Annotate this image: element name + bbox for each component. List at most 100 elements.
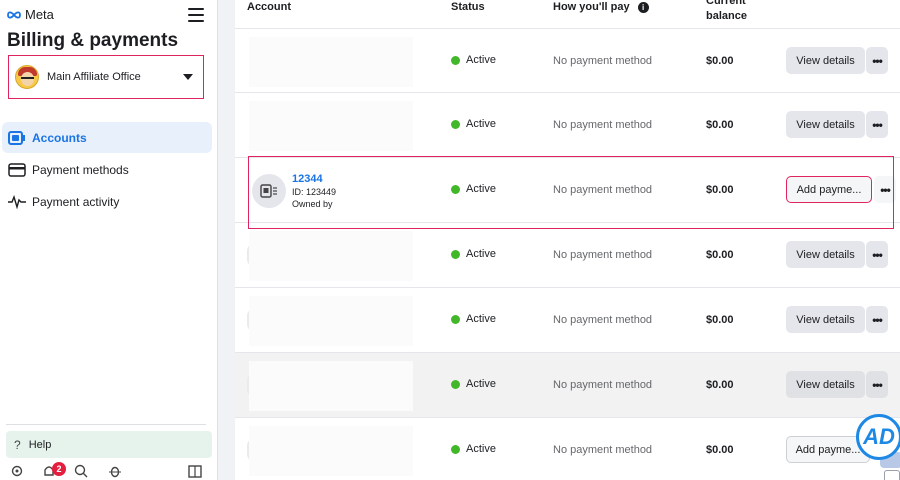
payment-cell: No payment method	[553, 379, 653, 391]
avatar	[15, 65, 39, 89]
column-header-account[interactable]: Account	[247, 1, 291, 13]
balance-cell: $0.00	[706, 119, 734, 131]
status-dot	[451, 119, 460, 129]
table-row: Active No payment method $0.00 Add payme…	[235, 417, 900, 480]
status-cell: Active	[451, 313, 496, 325]
accounts-table: Account Status How you'll pay i Current …	[235, 0, 900, 480]
help-label: Help	[28, 438, 52, 451]
redacted-account	[249, 231, 413, 281]
payment-cell: No payment method	[553, 55, 653, 67]
account-name-link[interactable]: 12344	[292, 173, 323, 185]
account-selector-label: Main Affiliate Office	[47, 71, 141, 83]
ad-tab-icon	[884, 470, 900, 480]
table-row: Active No payment method $0.00 View deta…	[235, 92, 900, 157]
chevron-down-icon	[183, 74, 193, 80]
balance-cell: $0.00	[706, 249, 734, 261]
credit-card-icon	[8, 161, 26, 179]
redacted-account	[249, 296, 413, 346]
redacted-account	[249, 101, 413, 151]
activity-icon	[8, 193, 26, 211]
status-text: Active	[466, 443, 496, 455]
view-details-button[interactable]: View details	[786, 111, 865, 138]
ad-logo-badge[interactable]: AD	[856, 414, 900, 460]
account-selector[interactable]: Main Affiliate Office	[8, 55, 204, 99]
status-text: Active	[466, 183, 496, 195]
payment-cell: No payment method	[553, 314, 653, 326]
status-text: Active	[466, 378, 496, 390]
payment-cell: No payment method	[553, 184, 653, 196]
status-cell: Active	[451, 443, 496, 455]
table-row: Active No payment method $0.00 View deta…	[235, 352, 900, 417]
redacted-account	[249, 37, 413, 87]
column-header-how-youll-pay[interactable]: How you'll pay i	[553, 1, 649, 13]
meta-infinity-icon	[7, 10, 21, 19]
sidebar-item-accounts[interactable]: Accounts	[2, 122, 212, 153]
more-options-button[interactable]: •••	[866, 241, 888, 268]
search-icon[interactable]	[74, 464, 88, 478]
status-text: Active	[466, 313, 496, 325]
view-details-button[interactable]: View details	[786, 306, 865, 333]
column-header-status[interactable]: Status	[451, 1, 485, 13]
ad-account-icon	[252, 174, 286, 208]
question-icon: ?	[14, 437, 21, 452]
divider	[6, 424, 206, 425]
more-options-button[interactable]: •••	[866, 371, 888, 398]
table-row: 12344 ID: 123449 Owned by Active No paym…	[235, 157, 900, 222]
more-options-button[interactable]: •••	[866, 306, 888, 333]
view-details-button[interactable]: View details	[786, 241, 865, 268]
help-button[interactable]: ? Help	[6, 431, 212, 458]
status-cell: Active	[451, 118, 496, 130]
page-title: Billing & payments	[7, 30, 179, 51]
sidebar: Meta Billing & payments Main Affiliate O…	[0, 0, 218, 480]
status-dot	[451, 184, 460, 194]
redacted-account	[249, 361, 413, 411]
panel-icon[interactable]	[188, 464, 202, 478]
balance-cell: $0.00	[706, 314, 734, 326]
sidebar-item-payment-methods[interactable]: Payment methods	[2, 154, 212, 185]
meta-logo[interactable]: Meta	[6, 7, 54, 22]
sidebar-item-label: Payment activity	[32, 194, 120, 209]
meta-logo-text: Meta	[25, 7, 54, 22]
balance-cell: $0.00	[706, 379, 734, 391]
gear-icon[interactable]	[10, 464, 24, 478]
status-dot	[451, 314, 460, 324]
status-cell: Active	[451, 248, 496, 260]
bottom-toolbar	[8, 464, 208, 480]
more-options-button[interactable]: •••	[866, 111, 888, 138]
status-text: Active	[466, 54, 496, 66]
status-dot	[451, 444, 460, 454]
status-dot	[451, 249, 460, 259]
payment-cell: No payment method	[553, 249, 653, 261]
status-text: Active	[466, 118, 496, 130]
menu-icon[interactable]	[188, 8, 204, 22]
more-options-button[interactable]: •••	[874, 176, 896, 203]
column-header-current-balance[interactable]: Current balance	[706, 0, 756, 24]
balance-cell: $0.00	[706, 184, 734, 196]
account-owner: Owned by	[292, 199, 333, 209]
table-header: Account Status How you'll pay i Current …	[235, 0, 900, 28]
view-details-button[interactable]: View details	[786, 47, 865, 74]
status-text: Active	[466, 248, 496, 260]
sidebar-nav: Accounts Payment methods Payment activit…	[0, 122, 218, 218]
payment-cell: No payment method	[553, 119, 653, 131]
table-row: Active No payment method $0.00 View deta…	[235, 222, 900, 287]
table-row: Active No payment method $0.00 View deta…	[235, 28, 900, 93]
info-icon[interactable]: i	[637, 1, 649, 13]
balance-cell: $0.00	[706, 444, 734, 456]
status-cell: Active	[451, 378, 496, 390]
balance-cell: $0.00	[706, 55, 734, 67]
more-options-button[interactable]: •••	[866, 47, 888, 74]
add-payment-method-button[interactable]: Add payme...	[786, 176, 872, 203]
redacted-account	[249, 426, 413, 476]
sidebar-item-payment-activity[interactable]: Payment activity	[2, 186, 212, 217]
accounts-icon	[8, 129, 26, 147]
bug-icon[interactable]	[108, 464, 122, 478]
status-dot	[451, 55, 460, 65]
view-details-button[interactable]: View details	[786, 371, 865, 398]
table-row: Active No payment method $0.00 View deta…	[235, 287, 900, 352]
account-id: ID: 123449	[292, 187, 337, 197]
status-cell: Active	[451, 183, 496, 195]
status-cell: Active	[451, 54, 496, 66]
payment-cell: No payment method	[553, 444, 653, 456]
column-header-label: How you'll pay	[553, 1, 630, 13]
